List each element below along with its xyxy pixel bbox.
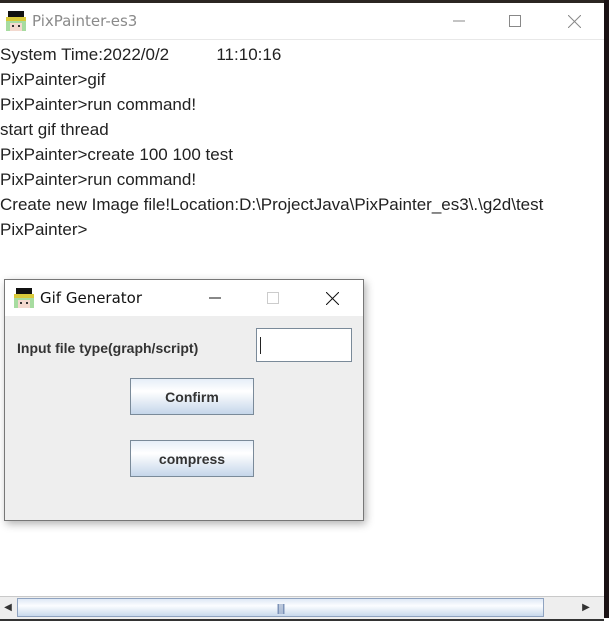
desktop-background-strip-right — [604, 0, 609, 618]
file-type-input[interactable] — [256, 328, 352, 362]
app-icon — [14, 288, 34, 308]
console-line: start gif thread — [0, 120, 109, 139]
maximize-icon — [509, 15, 521, 27]
console-line: PixPainter>gif — [0, 70, 106, 89]
close-icon — [567, 14, 581, 28]
maximize-button[interactable] — [486, 3, 544, 39]
console-prompt: PixPainter> — [0, 220, 88, 239]
scroll-right-button[interactable]: ▶ — [578, 597, 594, 618]
arrow-right-icon: ▶ — [582, 602, 590, 613]
console-line: Create new Image file!Location:D:\Projec… — [0, 195, 544, 214]
dialog-close-button[interactable] — [312, 280, 352, 316]
console-line: PixPainter>create 100 100 test — [0, 145, 233, 164]
dialog-minimize-button[interactable] — [195, 280, 235, 316]
horizontal-scrollbar[interactable]: ◀ ▶ — [0, 596, 604, 621]
scrollbar-thumb[interactable] — [17, 598, 544, 617]
gif-generator-dialog: Gif Generator Input file type(graph/scri… — [4, 279, 364, 521]
arrow-left-icon: ◀ — [4, 602, 12, 613]
minimize-button[interactable] — [430, 3, 488, 39]
text-caret — [260, 337, 261, 354]
grip-icon — [277, 604, 284, 614]
minimize-icon — [209, 297, 221, 299]
compress-button[interactable]: compress — [130, 440, 254, 477]
close-button[interactable] — [545, 3, 603, 39]
main-window-title: PixPainter-es3 — [32, 12, 138, 30]
dialog-titlebar[interactable]: Gif Generator — [5, 280, 363, 316]
close-icon — [325, 291, 339, 305]
file-type-label: Input file type(graph/script) — [17, 340, 199, 356]
console-line: PixPainter>run command! — [0, 170, 197, 189]
main-titlebar[interactable]: PixPainter-es3 — [0, 3, 604, 40]
app-icon — [6, 11, 26, 31]
console-line: System Time:2022/0/2 11:10:16 — [0, 45, 282, 64]
minimize-icon — [453, 20, 465, 22]
dialog-title: Gif Generator — [40, 289, 143, 307]
maximize-icon — [267, 292, 279, 304]
dialog-maximize-button — [253, 280, 293, 316]
confirm-button[interactable]: Confirm — [130, 378, 254, 415]
console-line: PixPainter>run command! — [0, 95, 197, 114]
scroll-left-button[interactable]: ◀ — [0, 597, 16, 618]
